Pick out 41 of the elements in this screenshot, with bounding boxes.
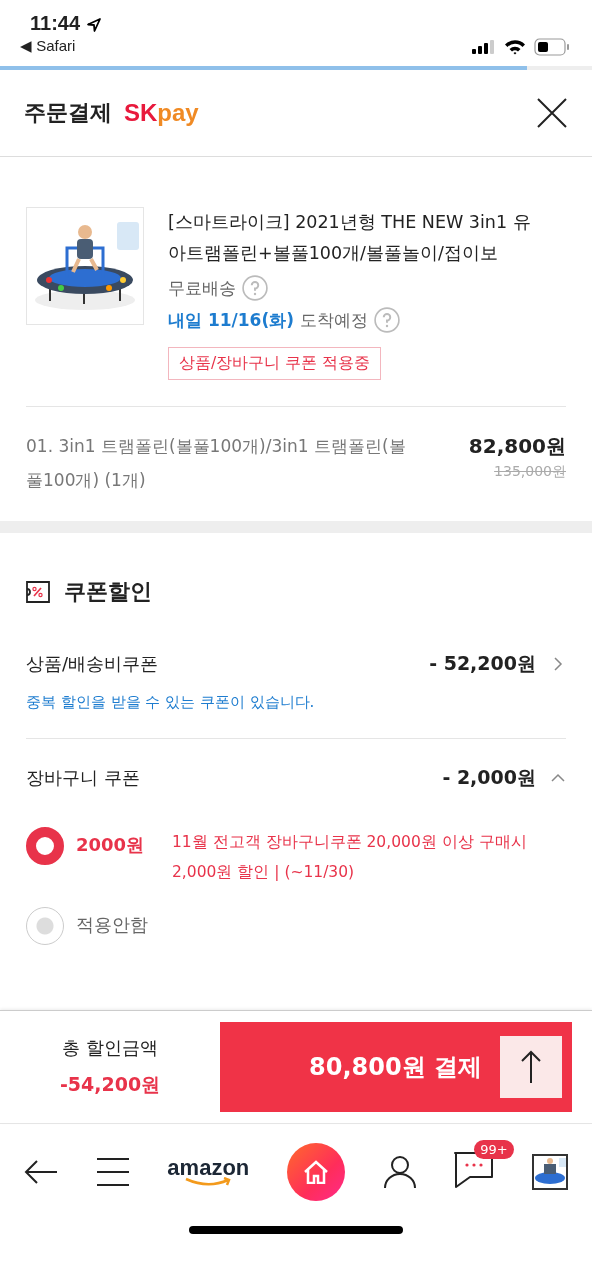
signal-icon <box>472 40 496 54</box>
page-title: 주문결제 <box>24 99 112 127</box>
coupon-label: 상품/배송비쿠폰 <box>26 652 159 676</box>
original-price: 135,000원 <box>494 463 566 481</box>
delivery-note: 도착예정 <box>300 308 368 332</box>
discount-amount: - 52,200원 <box>429 651 536 676</box>
radio-button[interactable] <box>26 827 64 865</box>
sale-price: 82,800원 <box>468 433 566 460</box>
close-icon[interactable] <box>536 97 568 129</box>
total-discount-label: 총 할인금액 <box>62 1036 158 1060</box>
sk-pay-logo: SKpay <box>124 99 199 127</box>
option-description: 11월 전고객 장바구니쿠폰 20,000원 이상 구매시 2,000원 할인 | (~11/30) <box>172 832 528 883</box>
status-time: 11:44 <box>30 12 81 35</box>
menu-icon[interactable] <box>95 1157 130 1187</box>
discount-amount: - 2,000원 <box>442 765 536 790</box>
radio-button[interactable] <box>26 907 64 945</box>
coupon-label: 장바구니 쿠폰 <box>26 766 140 790</box>
back-to-safari-link[interactable]: ◀ Safari <box>20 37 81 55</box>
total-discount: -54,200원 <box>59 1072 161 1097</box>
pay-button[interactable]: 80,800원 결제 <box>305 1047 486 1087</box>
coupon-note: 중복 할인을 받을 수 있는 쿠폰이 있습니다. <box>26 693 316 712</box>
battery-icon <box>534 38 570 56</box>
coupon-applied-tag: 상품/장바구니 쿠폰 적용중 <box>168 347 382 380</box>
scroll-top-button[interactable] <box>500 1036 562 1098</box>
notification-badge: 99+ <box>474 1140 514 1159</box>
home-icon <box>302 1160 329 1184</box>
coupon-icon <box>26 581 50 603</box>
arrow-up-icon <box>520 1050 542 1084</box>
location-arrow-icon <box>86 17 103 33</box>
amazon-logo[interactable]: amazon <box>167 1157 250 1187</box>
option-description: 01. 3in1 트램폴린(볼풀100개)/3in1 트램폴린(볼풀100개) (1개) <box>26 435 406 492</box>
product-name[interactable]: [스마트라이크] 2021년형 THE NEW 3in1 유아트램폴린+볼풀100개/볼풀놀이/접이보 <box>168 207 540 269</box>
home-button[interactable] <box>286 1143 345 1201</box>
person-icon[interactable] <box>382 1155 417 1189</box>
wifi-icon <box>504 39 526 55</box>
option-label: 2000원 <box>76 833 146 857</box>
shipping-label: 무료배송 <box>168 276 236 300</box>
back-arrow-icon[interactable] <box>24 1159 58 1185</box>
delivery-date: 내일 11/16(화) <box>168 308 294 332</box>
section-title: 쿠폰할인 <box>64 578 152 606</box>
option-label: 적용안함 <box>76 913 149 937</box>
